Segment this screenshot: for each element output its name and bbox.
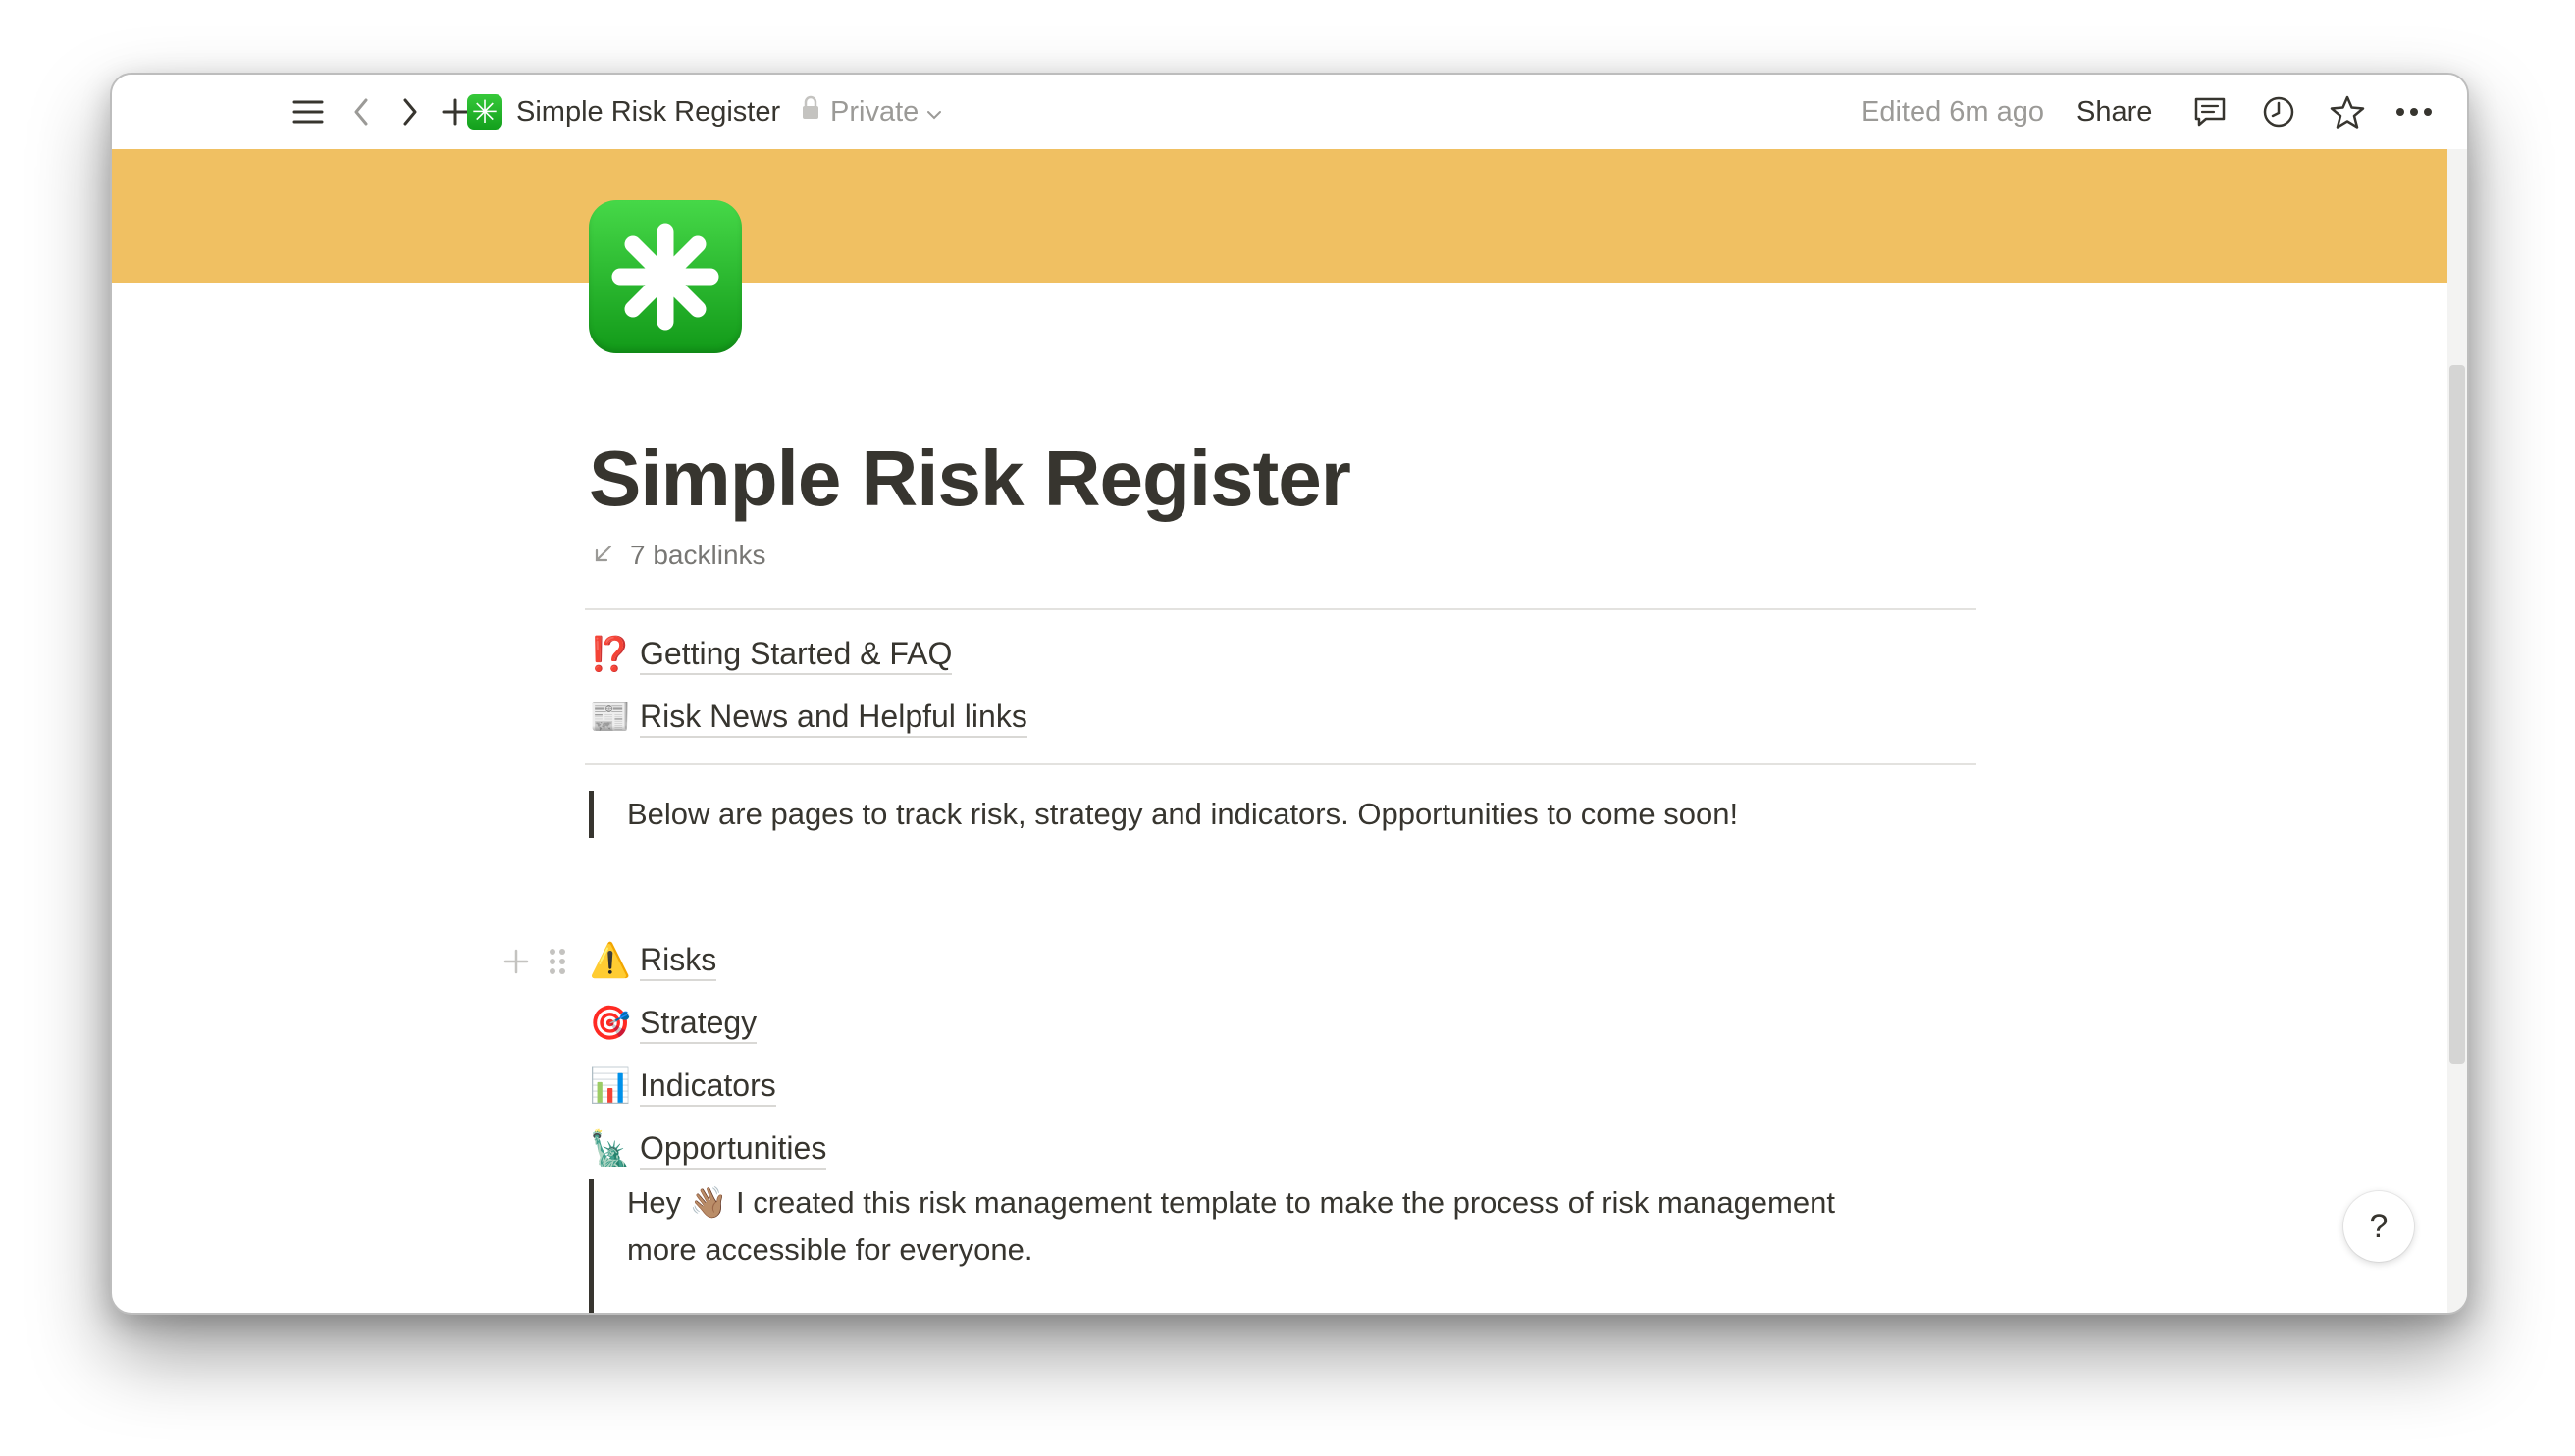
exclamation-question-icon: ⁉️	[589, 636, 632, 673]
help-button[interactable]: ?	[2343, 1191, 2414, 1262]
callout-quote[interactable]: Below are pages to track risk, strategy …	[589, 791, 1738, 838]
history-clock-icon[interactable]	[2253, 86, 2304, 137]
link-label: Strategy	[640, 1003, 758, 1044]
page-link-strategy[interactable]: 🎯 Strategy	[589, 999, 758, 1048]
link-label: Risks	[640, 940, 717, 981]
intro-text: I created this risk management template …	[736, 1185, 1835, 1220]
arrow-down-left-icon	[593, 540, 614, 571]
bar-chart-icon: 📊	[589, 1067, 632, 1105]
intro-hey: Hey	[627, 1185, 682, 1220]
callout-text: Below are pages to track risk, strategy …	[627, 797, 1739, 831]
waving-hand-icon: 👋🏽	[689, 1185, 728, 1220]
page-cover[interactable]	[112, 149, 2447, 283]
page-link-risks[interactable]: ⚠️ Risks	[589, 936, 717, 985]
link-label: Getting Started & FAQ	[640, 634, 953, 675]
last-edited: Edited 6m ago	[1861, 95, 2045, 128]
divider	[585, 608, 1976, 610]
link-label: Opportunities	[640, 1128, 827, 1170]
scrollbar-thumb[interactable]	[2449, 365, 2465, 1064]
eight-spoked-asterisk-icon	[611, 223, 719, 331]
link-label: Indicators	[640, 1066, 776, 1107]
warning-icon: ⚠️	[589, 942, 632, 979]
link-label: Risk News and Helpful links	[640, 697, 1027, 738]
breadcrumb-page[interactable]: ✳ Simple Risk Register	[467, 86, 780, 137]
comments-icon[interactable]	[2184, 86, 2235, 137]
app-window: ✳ Simple Risk Register Private Edited 6m…	[110, 73, 2469, 1315]
top-bar: ✳ Simple Risk Register Private Edited 6m…	[112, 75, 2467, 149]
page-icon[interactable]	[589, 200, 742, 353]
intro-line-2: more accessible for everyone.	[627, 1232, 1033, 1267]
back-icon[interactable]	[336, 86, 387, 137]
page-title[interactable]: Simple Risk Register	[589, 432, 1351, 526]
link-getting-started[interactable]: ⁉️ Getting Started & FAQ	[589, 630, 953, 679]
more-options-icon[interactable]	[2389, 86, 2440, 137]
backlinks-button[interactable]: 7 backlinks	[593, 536, 766, 575]
statue-of-liberty-icon: 🗽	[589, 1130, 632, 1168]
scrollbar[interactable]	[2447, 149, 2467, 1313]
drag-handle-icon[interactable]	[548, 938, 567, 985]
page-link-opportunities[interactable]: 🗽 Opportunities	[589, 1124, 827, 1173]
intro-quote[interactable]: Hey 👋🏽 I created this risk management te…	[589, 1179, 1835, 1313]
chevron-down-icon	[926, 96, 942, 129]
link-risk-news[interactable]: 📰 Risk News and Helpful links	[589, 693, 1027, 742]
menu-icon[interactable]	[283, 86, 334, 137]
lock-icon	[801, 95, 820, 129]
intro-line-1: Hey 👋🏽 I created this risk management te…	[627, 1179, 1835, 1226]
privacy-label: Private	[830, 95, 920, 128]
add-block-plus-icon[interactable]	[502, 938, 530, 985]
divider	[585, 763, 1976, 765]
breadcrumb-title: Simple Risk Register	[516, 95, 781, 128]
eight-spoked-asterisk-icon: ✳	[467, 94, 502, 130]
target-icon: 🎯	[589, 1005, 632, 1042]
share-button[interactable]: Share	[2076, 86, 2152, 137]
privacy-selector[interactable]: Private	[801, 86, 942, 137]
page-link-indicators[interactable]: 📊 Indicators	[589, 1062, 776, 1111]
favorite-star-icon[interactable]	[2322, 86, 2373, 137]
backlinks-count: 7 backlinks	[630, 540, 766, 570]
forward-icon[interactable]	[385, 86, 436, 137]
newspaper-icon: 📰	[589, 699, 632, 736]
